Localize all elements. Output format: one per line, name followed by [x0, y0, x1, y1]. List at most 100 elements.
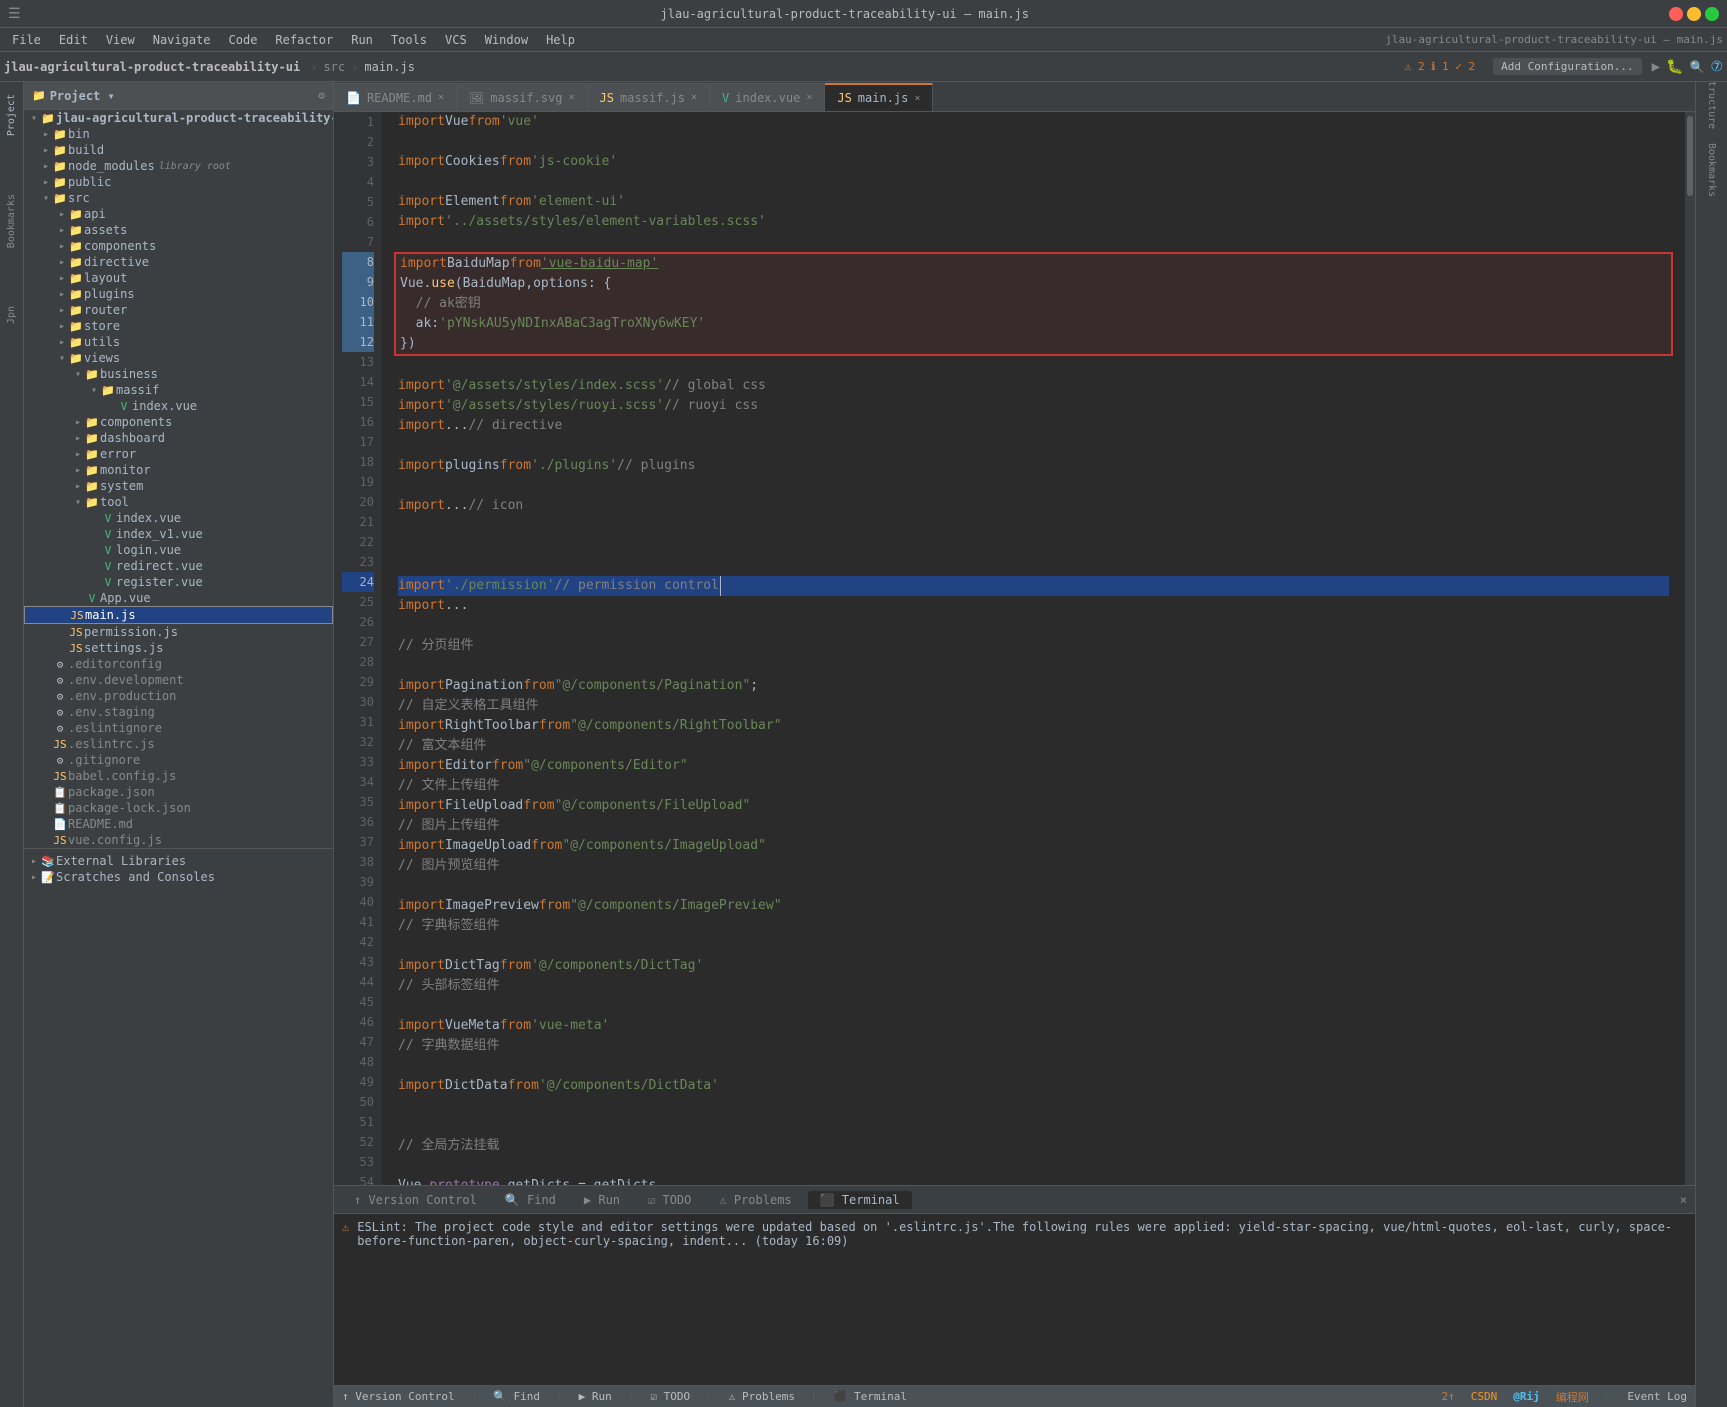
biancheng-link[interactable]: 编程网 [1556, 1389, 1589, 1405]
menu-item-code[interactable]: Code [221, 31, 266, 49]
tree-gitignore[interactable]: ▸ ⚙ .gitignore [24, 752, 333, 768]
tree-redirect[interactable]: ▸ V redirect.vue [24, 558, 333, 574]
add-config-button[interactable]: Add Configuration... [1493, 58, 1641, 75]
tab-readme[interactable]: 📄 README.md × [334, 83, 457, 111]
menu-item-view[interactable]: View [98, 31, 143, 49]
editor-tab-bar: 📄 README.md × 🖼 massif.svg × JS massif.j… [334, 82, 1695, 112]
tree-register[interactable]: ▸ V register.vue [24, 574, 333, 590]
tab-main-js[interactable]: JS main.js × [825, 83, 933, 111]
menu-item-help[interactable]: Help [538, 31, 583, 49]
tree-env-prod[interactable]: ▸ ⚙ .env.production [24, 688, 333, 704]
tree-views-components[interactable]: ▸ 📁 components [24, 414, 333, 430]
tree-main-js[interactable]: ▸ JS main.js [24, 606, 333, 624]
src-path: src [323, 60, 345, 74]
close-button[interactable] [1669, 7, 1683, 21]
tree-plugins[interactable]: ▸ 📁 plugins [24, 286, 333, 302]
menu-item-vcs[interactable]: VCS [437, 31, 475, 49]
bottom-panel-close[interactable]: × [1680, 1193, 1687, 1207]
tree-scratches[interactable]: ▸ 📝 Scratches and Consoles [24, 869, 333, 885]
right-sidebar-bookmarks[interactable]: Bookmarks [1700, 158, 1724, 182]
tree-build[interactable]: ▸ 📁 build [24, 142, 333, 158]
right-sidebar-structure[interactable]: Structure [1700, 90, 1724, 114]
tree-eslintignore[interactable]: ▸ ⚙ .eslintignore [24, 720, 333, 736]
menu-item-file[interactable]: File [4, 31, 49, 49]
menu-item-run[interactable]: Run [343, 31, 381, 49]
tree-package-json[interactable]: ▸ 📋 package.json [24, 784, 333, 800]
tab-massif-js[interactable]: JS massif.js × [588, 83, 711, 111]
tree-massif[interactable]: ▾ 📁 massif [24, 382, 333, 398]
sidebar-settings-icon[interactable]: ⚙ [318, 89, 325, 102]
version-control-status: ↑ Version Control [342, 1390, 455, 1403]
tree-tool-index-v1[interactable]: ▸ V index_v1.vue [24, 526, 333, 542]
code-editor[interactable]: 12345 678 9 10 11 12 1314151617 18192021… [334, 112, 1695, 1185]
tree-layout[interactable]: ▸ 📁 layout [24, 270, 333, 286]
tree-views[interactable]: ▾ 📁 views [24, 350, 333, 366]
tree-permission-js[interactable]: ▸ JS permission.js [24, 624, 333, 640]
code-line-41: // 字典标签组件 [398, 916, 1669, 936]
tree-app-vue[interactable]: ▸ V App.vue [24, 590, 333, 606]
bottom-tab-problems[interactable]: ⚠ Problems [707, 1191, 803, 1209]
tree-public[interactable]: ▸ 📁 public [24, 174, 333, 190]
tree-massif-index[interactable]: ▸ V index.vue [24, 398, 333, 414]
tree-directive[interactable]: ▸ 📁 directive [24, 254, 333, 270]
code-content[interactable]: import Vue from 'vue' import Cookies fro… [382, 112, 1685, 1185]
tree-package-lock[interactable]: ▸ 📋 package-lock.json [24, 800, 333, 816]
tree-eslintrc[interactable]: ▸ JS .eslintrc.js [24, 736, 333, 752]
tree-tool[interactable]: ▾ 📁 tool [24, 494, 333, 510]
bottom-tab-terminal[interactable]: ⬛ Terminal [808, 1191, 912, 1209]
tree-node-modules[interactable]: ▸ 📁 node_modules library root [24, 158, 333, 174]
tree-readme[interactable]: ▸ 📄 README.md [24, 816, 333, 832]
tree-root[interactable]: ▾ 📁 jlau-agricultural-product-traceabili… [24, 110, 333, 126]
menu-item-refactor[interactable]: Refactor [267, 31, 341, 49]
tree-env-dev[interactable]: ▸ ⚙ .env.development [24, 672, 333, 688]
tree-monitor[interactable]: ▸ 📁 monitor [24, 462, 333, 478]
tree-utils[interactable]: ▸ 📁 utils [24, 334, 333, 350]
tree-dashboard[interactable]: ▸ 📁 dashboard [24, 430, 333, 446]
tree-tool-index[interactable]: ▸ V index.vue [24, 510, 333, 526]
tree-vue-config[interactable]: ▸ JS vue.config.js [24, 832, 333, 848]
tree-babel-config[interactable]: ▸ JS babel.config.js [24, 768, 333, 784]
menu-item-window[interactable]: Window [477, 31, 536, 49]
tree-store[interactable]: ▸ 📁 store [24, 318, 333, 334]
jpn-tab[interactable]: Jpn [2, 298, 21, 332]
event-log[interactable]: Event Log [1627, 1390, 1687, 1403]
search-button[interactable]: 🔍 [1689, 60, 1704, 74]
tree-api[interactable]: ▸ 📁 api [24, 206, 333, 222]
minimize-button[interactable] [1687, 7, 1701, 21]
menu-item-tools[interactable]: Tools [383, 31, 435, 49]
project-tab[interactable]: Project [2, 86, 21, 144]
warning-icon: ⚠ [342, 1220, 349, 1248]
git-button[interactable]: ⑦ [1710, 59, 1723, 75]
bottom-tab-todo[interactable]: ☑ TODO [636, 1191, 703, 1209]
bottom-tab-run[interactable]: ▶ Run [572, 1191, 632, 1209]
tree-settings-js[interactable]: ▸ JS settings.js [24, 640, 333, 656]
menu-item-edit[interactable]: Edit [51, 31, 96, 49]
title-bar-left: ☰ [8, 6, 21, 22]
tree-env-staging[interactable]: ▸ ⚙ .env.staging [24, 704, 333, 720]
code-line-16: import ... // directive [398, 416, 1669, 436]
tab-massif-svg[interactable]: 🖼 massif.svg × [457, 83, 588, 111]
tree-error[interactable]: ▸ 📁 error [24, 446, 333, 462]
tree-src[interactable]: ▾ 📁 src [24, 190, 333, 206]
bottom-tab-find[interactable]: 🔍 Find [493, 1191, 568, 1209]
maximize-button[interactable] [1705, 7, 1719, 21]
tree-login[interactable]: ▸ V login.vue [24, 542, 333, 558]
debug-button[interactable]: 🐛 [1666, 59, 1683, 75]
tree-assets[interactable]: ▸ 📁 assets [24, 222, 333, 238]
run-button[interactable]: ▶ [1652, 59, 1660, 75]
tree-editorconfig[interactable]: ▸ ⚙ .editorconfig [24, 656, 333, 672]
right-sidebar: Structure Bookmarks [1695, 82, 1727, 1407]
tree-bin[interactable]: ▸ 📁 bin [24, 126, 333, 142]
menu-item-navigate[interactable]: Navigate [145, 31, 219, 49]
tree-business[interactable]: ▾ 📁 business [24, 366, 333, 382]
editor-scrollbar[interactable] [1685, 112, 1695, 1185]
tree-components[interactable]: ▸ 📁 components [24, 238, 333, 254]
tree-router[interactable]: ▸ 📁 router [24, 302, 333, 318]
tab-index-vue[interactable]: V index.vue × [710, 83, 825, 111]
tree-system[interactable]: ▸ 📁 system [24, 478, 333, 494]
tree-external-libs[interactable]: ▸ 📚 External Libraries [24, 853, 333, 869]
bookmarks-tab[interactable]: Bookmarks [2, 186, 21, 256]
toolbar-bar: jlau-agricultural-product-traceability-u… [0, 52, 1727, 82]
bottom-tab-version-control[interactable]: ↑ Version Control [342, 1191, 489, 1209]
csdn-link[interactable]: CSDN [1471, 1390, 1498, 1403]
